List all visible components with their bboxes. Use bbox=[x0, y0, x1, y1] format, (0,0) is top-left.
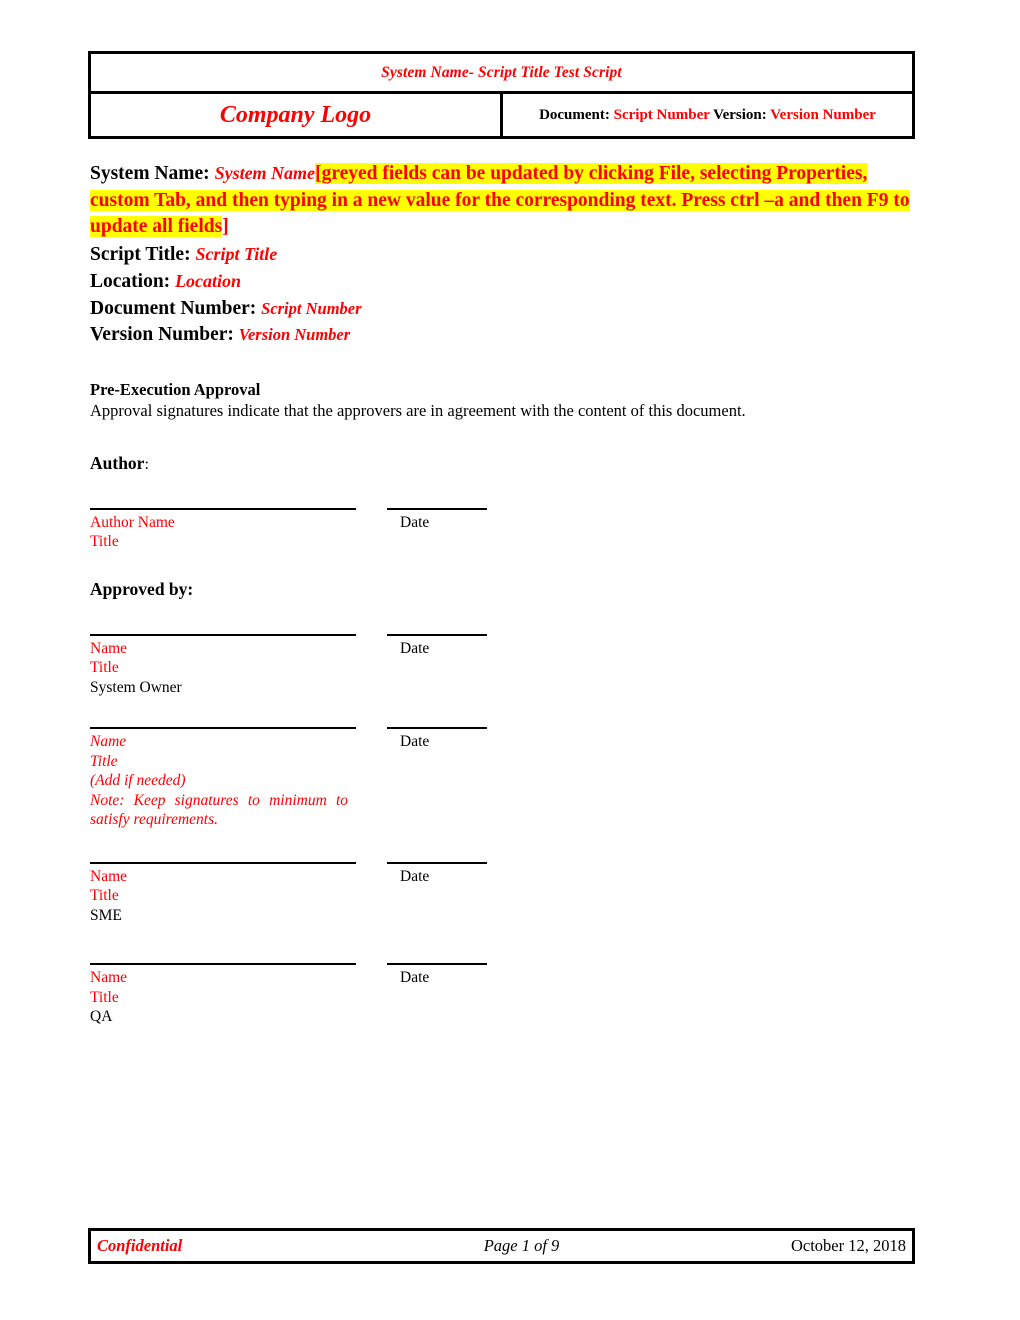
signature-date-label: Date bbox=[400, 969, 430, 986]
document-number-value: Script Number bbox=[613, 107, 710, 123]
signature-name-label: Name bbox=[90, 639, 128, 657]
document-number-field-value: Script Number bbox=[261, 298, 362, 318]
signature-body: Name Title QA Date bbox=[90, 966, 915, 1027]
document-body: System Name: System Name[greyed fields c… bbox=[90, 160, 915, 1027]
signature-title-label: Title bbox=[90, 752, 118, 770]
signature-title-label: Title bbox=[90, 887, 119, 904]
signature-line-name[interactable] bbox=[90, 727, 356, 729]
title-field-block: System Name: System Name[greyed fields c… bbox=[90, 160, 915, 349]
author-heading-colon: : bbox=[144, 455, 149, 473]
signature-line-name[interactable] bbox=[90, 963, 356, 965]
signature-labels: Name Title QA bbox=[90, 968, 348, 1027]
close-bracket: ] bbox=[222, 216, 229, 237]
signature-body: Name Title SME Date bbox=[90, 865, 915, 926]
signature-line-date[interactable] bbox=[387, 507, 487, 510]
version-label: Version: bbox=[713, 107, 767, 123]
signature-line-name[interactable] bbox=[90, 861, 356, 864]
signature-body: Name Title System Owner Date bbox=[90, 637, 915, 698]
footer-row: Confidential Page 1 of 9 October 12, 201… bbox=[90, 1230, 914, 1263]
signature-name-label: Author Name bbox=[90, 513, 175, 531]
signature-date-label: Date bbox=[400, 867, 430, 885]
document-number-line: Document Number: Script Number bbox=[90, 296, 915, 323]
version-number-field-value: Version Number bbox=[238, 325, 351, 344]
signature-role-label: QA bbox=[90, 1008, 113, 1025]
version-number-line: Version Number: Version Number bbox=[90, 322, 915, 349]
author-heading-text: Author bbox=[90, 452, 145, 473]
signature-body: Name Title (Add if needed) Note: Keep si… bbox=[90, 730, 915, 830]
signature-minimum-note: Note: Keep signatures to minimum to sati… bbox=[90, 791, 348, 829]
document-header-table: System Name- Script Title Test Script Co… bbox=[88, 51, 915, 139]
document-number-label: Document Number: bbox=[90, 297, 257, 319]
header-document-info-cell: Document: Script Number Version: Version… bbox=[500, 91, 915, 139]
approved-by-heading: Approved by: bbox=[90, 578, 194, 599]
signature-line-date[interactable] bbox=[387, 861, 487, 864]
signature-body: Author Name Title Date bbox=[90, 511, 915, 552]
signature-date-label: Date bbox=[400, 639, 430, 657]
signature-name-label: Name bbox=[90, 733, 127, 750]
signature-block-qa: Name Title QA Date bbox=[90, 925, 915, 1027]
signature-name-label: Name bbox=[90, 969, 128, 986]
system-name-line: System Name: System Name[greyed fields c… bbox=[90, 160, 915, 241]
signature-title-label: Title bbox=[90, 659, 119, 676]
footer-date: October 12, 2018 bbox=[790, 1236, 906, 1255]
signature-role-label: SME bbox=[90, 906, 122, 924]
script-title-line: Script Title: Script Title bbox=[90, 241, 915, 269]
system-name-label: System Name: bbox=[90, 163, 210, 184]
company-logo-cell: Company Logo bbox=[88, 91, 503, 139]
instruction-highlight: [greyed fields can be updated by clickin… bbox=[90, 163, 910, 237]
pre-execution-approval-heading: Pre-Execution Approval bbox=[90, 379, 261, 399]
script-title-value: Script Title bbox=[195, 243, 278, 264]
footer-confidential-label: Confidential bbox=[97, 1236, 183, 1255]
signature-date-label: Date bbox=[400, 513, 430, 531]
signature-line-date[interactable] bbox=[387, 727, 487, 729]
signature-title-label: Title bbox=[90, 533, 119, 550]
signature-block-optional: Name Title (Add if needed) Note: Keep si… bbox=[90, 697, 915, 830]
location-value: Location bbox=[175, 271, 242, 291]
signature-labels: Author Name Title bbox=[90, 513, 348, 552]
signature-block-sme: Name Title SME Date bbox=[90, 830, 915, 926]
signature-date-label: Date bbox=[400, 733, 430, 750]
signature-title-label: Title bbox=[90, 988, 119, 1006]
signature-block-author: Author Name Title Date bbox=[90, 476, 915, 552]
document-footer-table: Confidential Page 1 of 9 October 12, 201… bbox=[88, 1228, 915, 1264]
signature-block-system-owner: Name Title System Owner Date bbox=[90, 600, 915, 698]
signature-line-name[interactable] bbox=[90, 507, 356, 510]
header-document-title: System Name- Script Title Test Script bbox=[381, 63, 622, 81]
system-name-value: System Name bbox=[214, 163, 316, 183]
signature-name-label: Name bbox=[90, 867, 128, 885]
header-logo-row: Company Logo Document: Script Number Ver… bbox=[88, 91, 915, 139]
approval-intro-text: Approval signatures indicate that the ap… bbox=[90, 400, 746, 420]
signature-labels: Name Title System Owner bbox=[90, 639, 348, 698]
header-title-cell: System Name- Script Title Test Script bbox=[88, 51, 915, 94]
document-label: Document: bbox=[539, 107, 610, 123]
footer-page-number: Page 1 of 9 bbox=[483, 1236, 560, 1255]
signature-role-label: System Owner bbox=[90, 678, 182, 696]
signature-line-date[interactable] bbox=[387, 633, 487, 636]
header-document-info: Document: Script Number Version: Version… bbox=[539, 107, 876, 123]
version-number-value: Version Number bbox=[770, 107, 876, 123]
signature-labels: Name Title (Add if needed) Note: Keep si… bbox=[90, 732, 348, 830]
version-number-label: Version Number: bbox=[90, 324, 234, 345]
signature-line-date[interactable] bbox=[387, 963, 487, 965]
location-label: Location: bbox=[90, 271, 171, 292]
script-title-label: Script Title: bbox=[90, 243, 191, 265]
signature-add-if-needed-note: (Add if needed) bbox=[90, 772, 186, 789]
company-logo-text: Company Logo bbox=[219, 101, 372, 128]
instruction-text: greyed fields can be updated by clicking… bbox=[90, 163, 910, 237]
signature-line-name[interactable] bbox=[90, 633, 356, 636]
author-heading: Author: bbox=[90, 422, 915, 476]
location-line: Location: Location bbox=[90, 268, 915, 296]
signature-labels: Name Title SME bbox=[90, 867, 348, 926]
header-title-row: System Name- Script Title Test Script bbox=[88, 51, 915, 94]
